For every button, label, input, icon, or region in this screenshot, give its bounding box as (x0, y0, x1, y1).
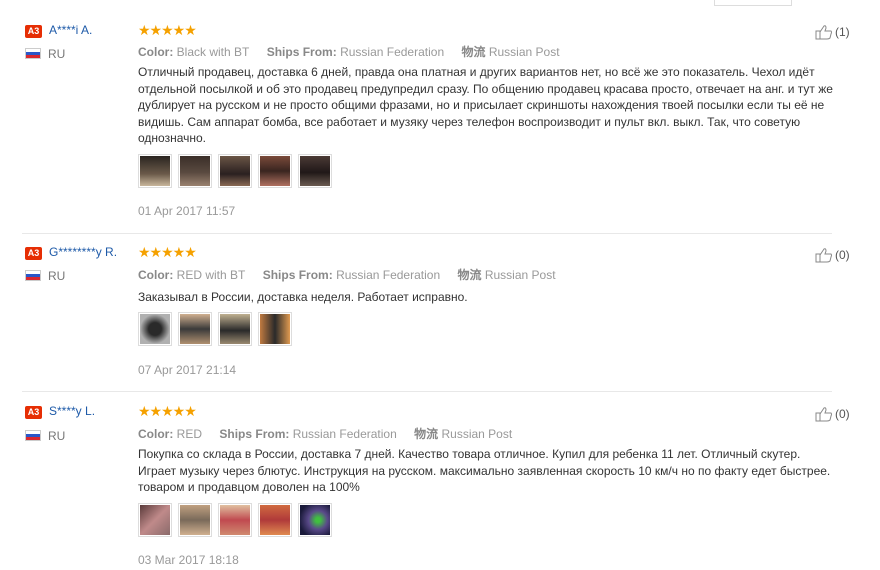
top-control (714, 0, 792, 6)
review-photo[interactable] (178, 312, 212, 346)
helpful-count: (0) (835, 407, 850, 421)
color-label: Color: (138, 427, 174, 441)
review-photo[interactable] (138, 312, 172, 346)
buyer-level-badge: A3 (25, 406, 42, 419)
review-photo[interactable] (258, 154, 292, 188)
review-photo[interactable] (178, 154, 212, 188)
ships-from-label: Ships From: (266, 45, 337, 59)
logistics-value: Russian Post (441, 427, 513, 441)
review-photo[interactable] (258, 312, 292, 346)
order-info: Color: Black with BT Ships From: Russian… (138, 43, 574, 60)
helpful-button[interactable]: (0) (815, 247, 850, 263)
review-photo[interactable] (218, 154, 252, 188)
ships-from-label: Ships From: (262, 268, 333, 282)
divider (22, 391, 832, 392)
color-value: Black with BT (176, 45, 250, 59)
ships-from-value: Russian Federation (292, 427, 397, 441)
review-photo[interactable] (178, 503, 212, 537)
helpful-button[interactable]: (1) (815, 24, 850, 40)
logistics-label: 物流 (414, 427, 439, 441)
color-label: Color: (138, 45, 174, 59)
color-value: RED with BT (176, 268, 246, 282)
buyer-level-badge: A3 (25, 247, 42, 260)
thumbs-up-icon (815, 407, 832, 422)
color-value: RED (176, 427, 203, 441)
order-info: Color: RED Ships From: Russian Federatio… (138, 425, 526, 442)
review-text: Заказывал в России, доставка неделя. Раб… (138, 290, 468, 304)
logistics-label: 物流 (461, 45, 486, 59)
russia-flag-icon (25, 48, 41, 59)
buyer-level-badge: A3 (25, 25, 42, 38)
rating-stars: ★★★★★ (138, 22, 197, 38)
order-info: Color: RED with BT Ships From: Russian F… (138, 266, 570, 283)
review-date: 03 Mar 2017 18:18 (138, 553, 239, 567)
color-label: Color: (138, 268, 174, 282)
helpful-count: (0) (835, 248, 850, 262)
buyer-country: RU (48, 47, 66, 61)
review-photo[interactable] (218, 312, 252, 346)
logistics-value: Russian Post (484, 268, 556, 282)
review-photos (138, 503, 332, 537)
ships-from-value: Russian Federation (340, 45, 445, 59)
buyer-name[interactable]: G********y R. (49, 245, 117, 259)
review-photos (138, 154, 332, 188)
buyer-country: RU (48, 269, 66, 283)
review-text: Отличный продавец, доставка 6 дней, прав… (138, 65, 833, 145)
rating-stars: ★★★★★ (138, 244, 197, 260)
ships-from-value: Russian Federation (336, 268, 441, 282)
buyer-name[interactable]: A****i A. (49, 23, 92, 37)
russia-flag-icon (25, 430, 41, 441)
thumbs-up-icon (815, 248, 832, 263)
review-photo[interactable] (138, 154, 172, 188)
helpful-count: (1) (835, 25, 850, 39)
review-date: 07 Apr 2017 21:14 (138, 363, 237, 377)
helpful-button[interactable]: (0) (815, 406, 850, 422)
russia-flag-icon (25, 270, 41, 281)
divider (22, 233, 832, 234)
rating-stars: ★★★★★ (138, 403, 197, 419)
review-photo[interactable] (138, 503, 172, 537)
review-text: Покупка со склада в России, доставка 7 д… (138, 447, 831, 494)
logistics-label: 物流 (457, 268, 482, 282)
review-photo[interactable] (258, 503, 292, 537)
buyer-country: RU (48, 429, 66, 443)
review-photo[interactable] (298, 503, 332, 537)
logistics-value: Russian Post (488, 45, 560, 59)
review-photo[interactable] (218, 503, 252, 537)
buyer-name[interactable]: S****y L. (49, 404, 95, 418)
review-date: 01 Apr 2017 11:57 (138, 204, 236, 218)
thumbs-up-icon (815, 25, 832, 40)
review-photo[interactable] (298, 154, 332, 188)
ships-from-label: Ships From: (219, 427, 290, 441)
review-photos (138, 312, 292, 346)
